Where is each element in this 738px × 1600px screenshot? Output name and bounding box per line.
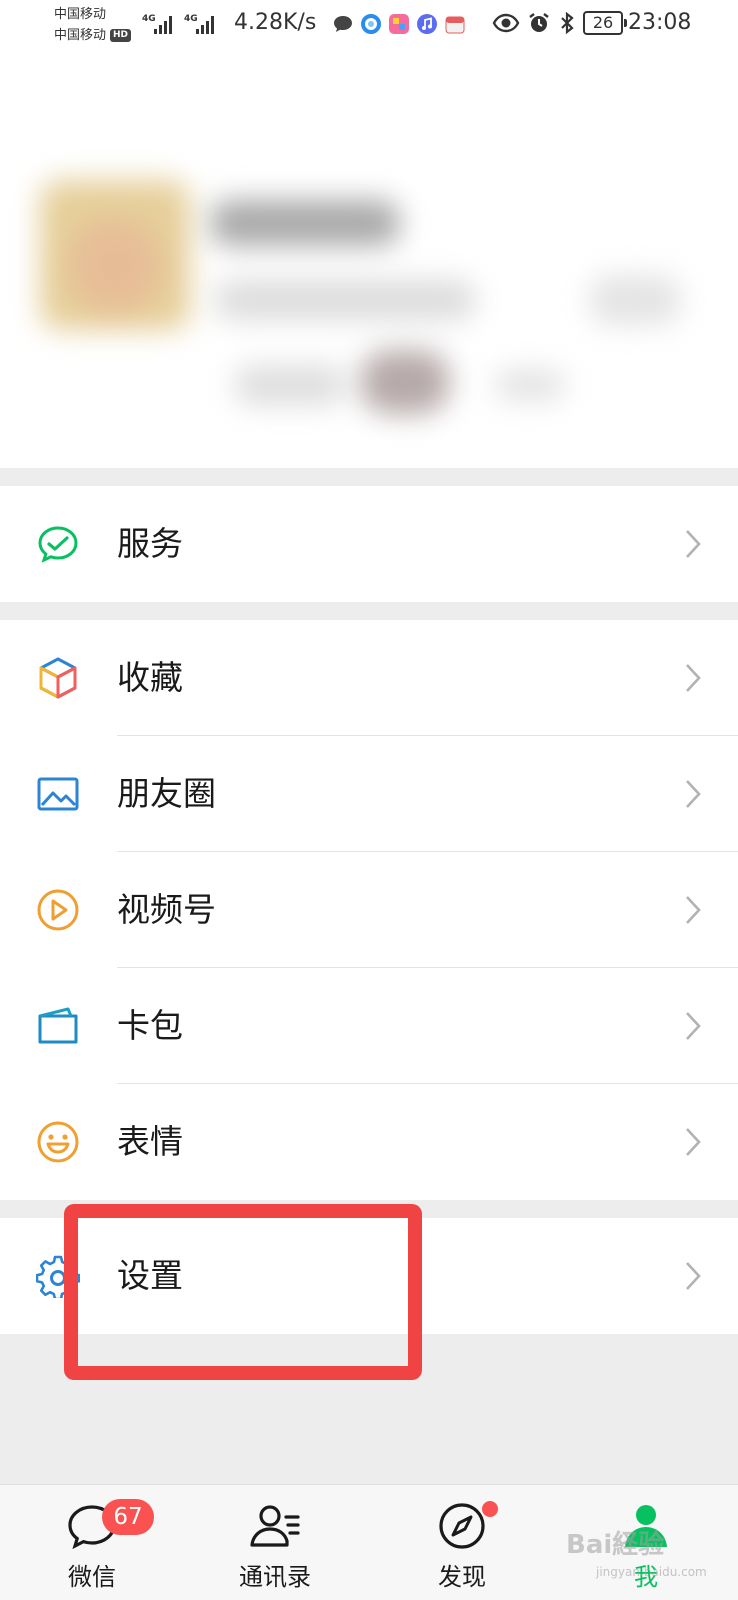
music-notification-icon [417, 14, 437, 34]
carrier-info: 中国移动 中国移动 HD [54, 4, 132, 46]
signal-strength-icon-1: 4G [142, 14, 172, 34]
menu-label-favorites: 收藏 [117, 658, 183, 697]
new-content-dot [482, 1501, 498, 1517]
profile-header[interactable] [0, 50, 738, 468]
hd-badge: HD [110, 29, 132, 42]
qr-code-icon[interactable] [590, 275, 680, 325]
menu-group-service: 服务 [0, 486, 738, 602]
menu-item-channels[interactable]: 视频号 [0, 852, 738, 968]
tab-label-discover: 发现 [438, 1563, 486, 1591]
avatar-detail [70, 220, 160, 310]
tab-label-contacts: 通讯录 [239, 1563, 311, 1591]
carrier-1: 中国移动 [54, 7, 107, 22]
tab-label-chats: 微信 [68, 1563, 116, 1591]
nickname [210, 200, 400, 246]
alarm-icon [529, 13, 549, 32]
tab-contacts[interactable]: 通讯录 [205, 1485, 345, 1600]
channels-play-icon [37, 889, 79, 931]
menu-label-cards: 卡包 [117, 1006, 183, 1045]
status-extra [495, 370, 565, 400]
status-button[interactable] [235, 365, 345, 405]
network-speed: 4.28K/s [234, 10, 317, 35]
menu-item-service[interactable]: 服务 [0, 486, 738, 602]
menu-label-channels: 视频号 [117, 890, 216, 929]
app-store-notification-icon [389, 14, 409, 34]
calendar-notification-icon [445, 16, 465, 34]
menu-label-stickers: 表情 [117, 1122, 183, 1161]
menu-group-main: 收藏 朋友圈 视频号 卡包 表情 [0, 620, 738, 1200]
service-icon [38, 526, 78, 563]
favorites-cube-icon [39, 657, 77, 699]
tab-discover[interactable]: 发现 [392, 1485, 532, 1600]
eye-comfort-icon [492, 13, 520, 33]
battery-indicator: 26 [583, 11, 627, 35]
network-label-1: 4G [142, 14, 156, 24]
menu-item-stickers[interactable]: 表情 [0, 1084, 738, 1200]
card-wallet-icon [38, 1007, 78, 1044]
menu-item-favorites[interactable]: 收藏 [0, 620, 738, 736]
chat-bubble-notification-icon [334, 16, 352, 32]
chevron-right-icon [686, 1012, 701, 1040]
baidu-watermark-url: jingyan.baidu.com [596, 1565, 707, 1579]
moments-picture-icon [37, 777, 79, 811]
baidu-watermark: Bai経验 [566, 1530, 665, 1560]
status-bar: 中国移动 中国移动 HD 4G 4G 4.28K/s 26 23:08 [0, 0, 738, 50]
menu-label-service: 服务 [117, 524, 183, 563]
network-label-2: 4G [184, 14, 198, 24]
chevron-right-icon [686, 1128, 701, 1156]
wechat-id [215, 280, 475, 320]
chevron-right-icon [686, 896, 701, 924]
menu-label-moments: 朋友圈 [117, 774, 216, 813]
menu-item-moments[interactable]: 朋友圈 [0, 736, 738, 852]
sticker-smile-icon [37, 1121, 79, 1163]
notification-icons [332, 13, 466, 35]
signal-strength-icon-2: 4G [184, 14, 214, 34]
chevron-right-icon [686, 780, 701, 808]
bluetooth-icon [561, 11, 574, 35]
highlight-annotation-box [64, 1204, 422, 1380]
chevron-right-icon [686, 530, 701, 558]
clock: 23:08 [628, 10, 692, 35]
tab-chats[interactable]: 67 微信 [22, 1485, 162, 1600]
carrier-2: 中国移动 [54, 28, 107, 43]
discover-compass-icon [439, 1503, 485, 1549]
menu-item-cards[interactable]: 卡包 [0, 968, 738, 1084]
chevron-right-icon [686, 664, 701, 692]
friend-status-avatar[interactable] [360, 350, 450, 414]
chevron-right-icon [686, 1262, 701, 1290]
system-icons: 26 [492, 11, 627, 35]
unread-badge: 67 [102, 1499, 154, 1535]
browser-notification-icon [361, 14, 381, 34]
contacts-person-icon [250, 1505, 300, 1547]
